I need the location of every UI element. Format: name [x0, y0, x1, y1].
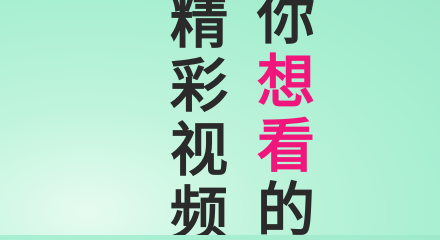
- char-xiang: 想: [257, 48, 316, 116]
- promo-banner: 精 彩 视 频 你 想 看 的: [0, 0, 440, 235]
- char-shi: 视: [170, 116, 229, 184]
- char-pin: 频: [170, 180, 229, 235]
- char-de: 的: [257, 176, 316, 235]
- char-jing: 精: [170, 0, 229, 56]
- char-kan: 看: [257, 112, 316, 180]
- char-cai: 彩: [170, 52, 229, 120]
- right-text-column: 你 想 看 的: [257, 0, 315, 235]
- char-ni: 你: [257, 0, 316, 52]
- left-text-column: 精 彩 视 频: [170, 0, 228, 235]
